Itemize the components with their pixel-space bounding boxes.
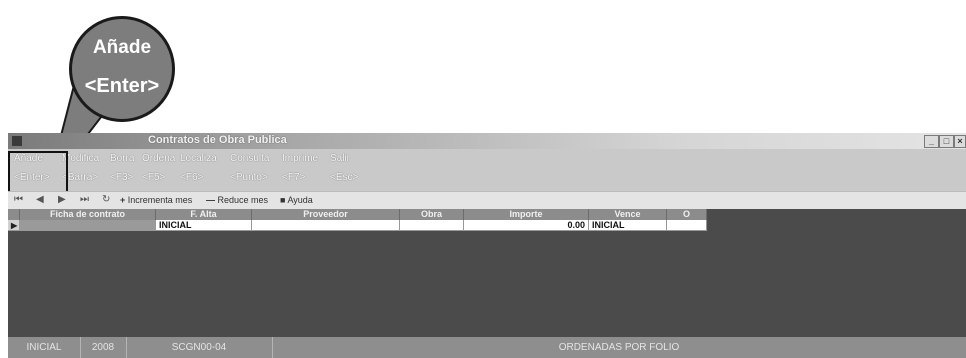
refresh-icon[interactable]: ↻: [102, 194, 110, 205]
menu-borra[interactable]: Borra: [110, 153, 134, 164]
maximize-button[interactable]: □: [939, 135, 954, 148]
next-record-icon[interactable]: ▶: [58, 194, 66, 205]
callout-line1: Añade: [92, 37, 152, 58]
close-button[interactable]: ×: [954, 135, 966, 148]
last-record-icon[interactable]: ⏭: [80, 194, 89, 205]
shortcut-f6: <F6>: [180, 172, 204, 183]
first-record-icon[interactable]: ⏮: [14, 194, 23, 205]
row-indicator-icon: ▶: [8, 220, 20, 231]
callout-bubble: Añade <Enter>: [69, 16, 175, 122]
status-code: SCGN00-04: [126, 337, 273, 358]
status-bar: INICIAL 2008 SCGN00-04 ORDENADAS POR FOL…: [8, 337, 966, 358]
status-year: 2008: [80, 337, 127, 358]
cell-obra[interactable]: [400, 220, 464, 231]
minimize-button[interactable]: _: [924, 135, 939, 148]
shortcut-punto: <Punto>: [230, 172, 268, 183]
column-ficha[interactable]: Ficha de contrato: [20, 209, 156, 220]
menu-bar: Añade Modifica Borra Ordena Localiza Con…: [8, 149, 966, 191]
reduce-month-button[interactable]: — Reduce mes: [206, 195, 268, 205]
cell-importe[interactable]: 0.00: [464, 220, 589, 231]
column-importe[interactable]: Importe: [464, 209, 589, 220]
cell-f-alta[interactable]: INICIAL: [156, 220, 252, 231]
menu-salir[interactable]: Salir: [330, 153, 350, 164]
status-period: INICIAL: [8, 337, 81, 358]
menu-consulta[interactable]: Consulta: [230, 153, 269, 164]
menu-imprime[interactable]: Imprime: [282, 153, 318, 164]
book-icon: ■: [280, 195, 286, 205]
column-f-alta[interactable]: F. Alta: [156, 209, 252, 220]
status-order: ORDENADAS POR FOLIO: [558, 342, 680, 353]
header-indicator: [8, 209, 20, 220]
column-obra[interactable]: Obra: [400, 209, 464, 220]
help-button[interactable]: ■ Ayuda: [280, 195, 313, 205]
plus-icon: +: [120, 195, 126, 205]
increment-month-label: Incrementa mes: [127, 195, 193, 205]
data-grid: Ficha de contrato F. Alta Proveedor Obra…: [8, 209, 966, 337]
cell-vence[interactable]: INICIAL: [589, 220, 667, 231]
shortcut-f7: <F7>: [282, 172, 306, 183]
window-title: Contratos de Obra Publica: [148, 134, 287, 146]
title-bar: Contratos de Obra Publica _ □ ×: [8, 133, 966, 149]
shortcut-f5: <F5>: [142, 172, 166, 183]
cell-proveedor[interactable]: [252, 220, 400, 231]
help-label: Ayuda: [287, 195, 313, 205]
increment-month-button[interactable]: + Incrementa mes: [120, 195, 192, 205]
grid-header: Ficha de contrato F. Alta Proveedor Obra…: [8, 209, 707, 220]
cell-o[interactable]: [667, 220, 707, 231]
shortcut-esc: <Esc>: [330, 172, 359, 183]
app-window: Contratos de Obra Publica _ □ × Añade Mo…: [8, 133, 966, 358]
table-row[interactable]: ▶ INICIAL 0.00 INICIAL: [8, 220, 707, 231]
prev-record-icon[interactable]: ◀: [36, 194, 44, 205]
callout-line2: <Enter>: [84, 75, 160, 97]
column-vence[interactable]: Vence: [589, 209, 667, 220]
app-icon[interactable]: [12, 136, 22, 146]
minus-icon: —: [206, 195, 215, 205]
menu-ordena[interactable]: Ordena: [142, 153, 175, 164]
reduce-month-label: Reduce mes: [217, 195, 269, 205]
shortcut-f3: <F3>: [110, 172, 134, 183]
column-proveedor[interactable]: Proveedor: [252, 209, 400, 220]
menu-localiza[interactable]: Localiza: [180, 153, 217, 164]
toolbar: ⏮ ◀ ▶ ⏭ ↻ + Incrementa mes — Reduce mes …: [8, 191, 966, 210]
column-o[interactable]: O: [667, 209, 707, 220]
cell-ficha[interactable]: [20, 220, 156, 231]
